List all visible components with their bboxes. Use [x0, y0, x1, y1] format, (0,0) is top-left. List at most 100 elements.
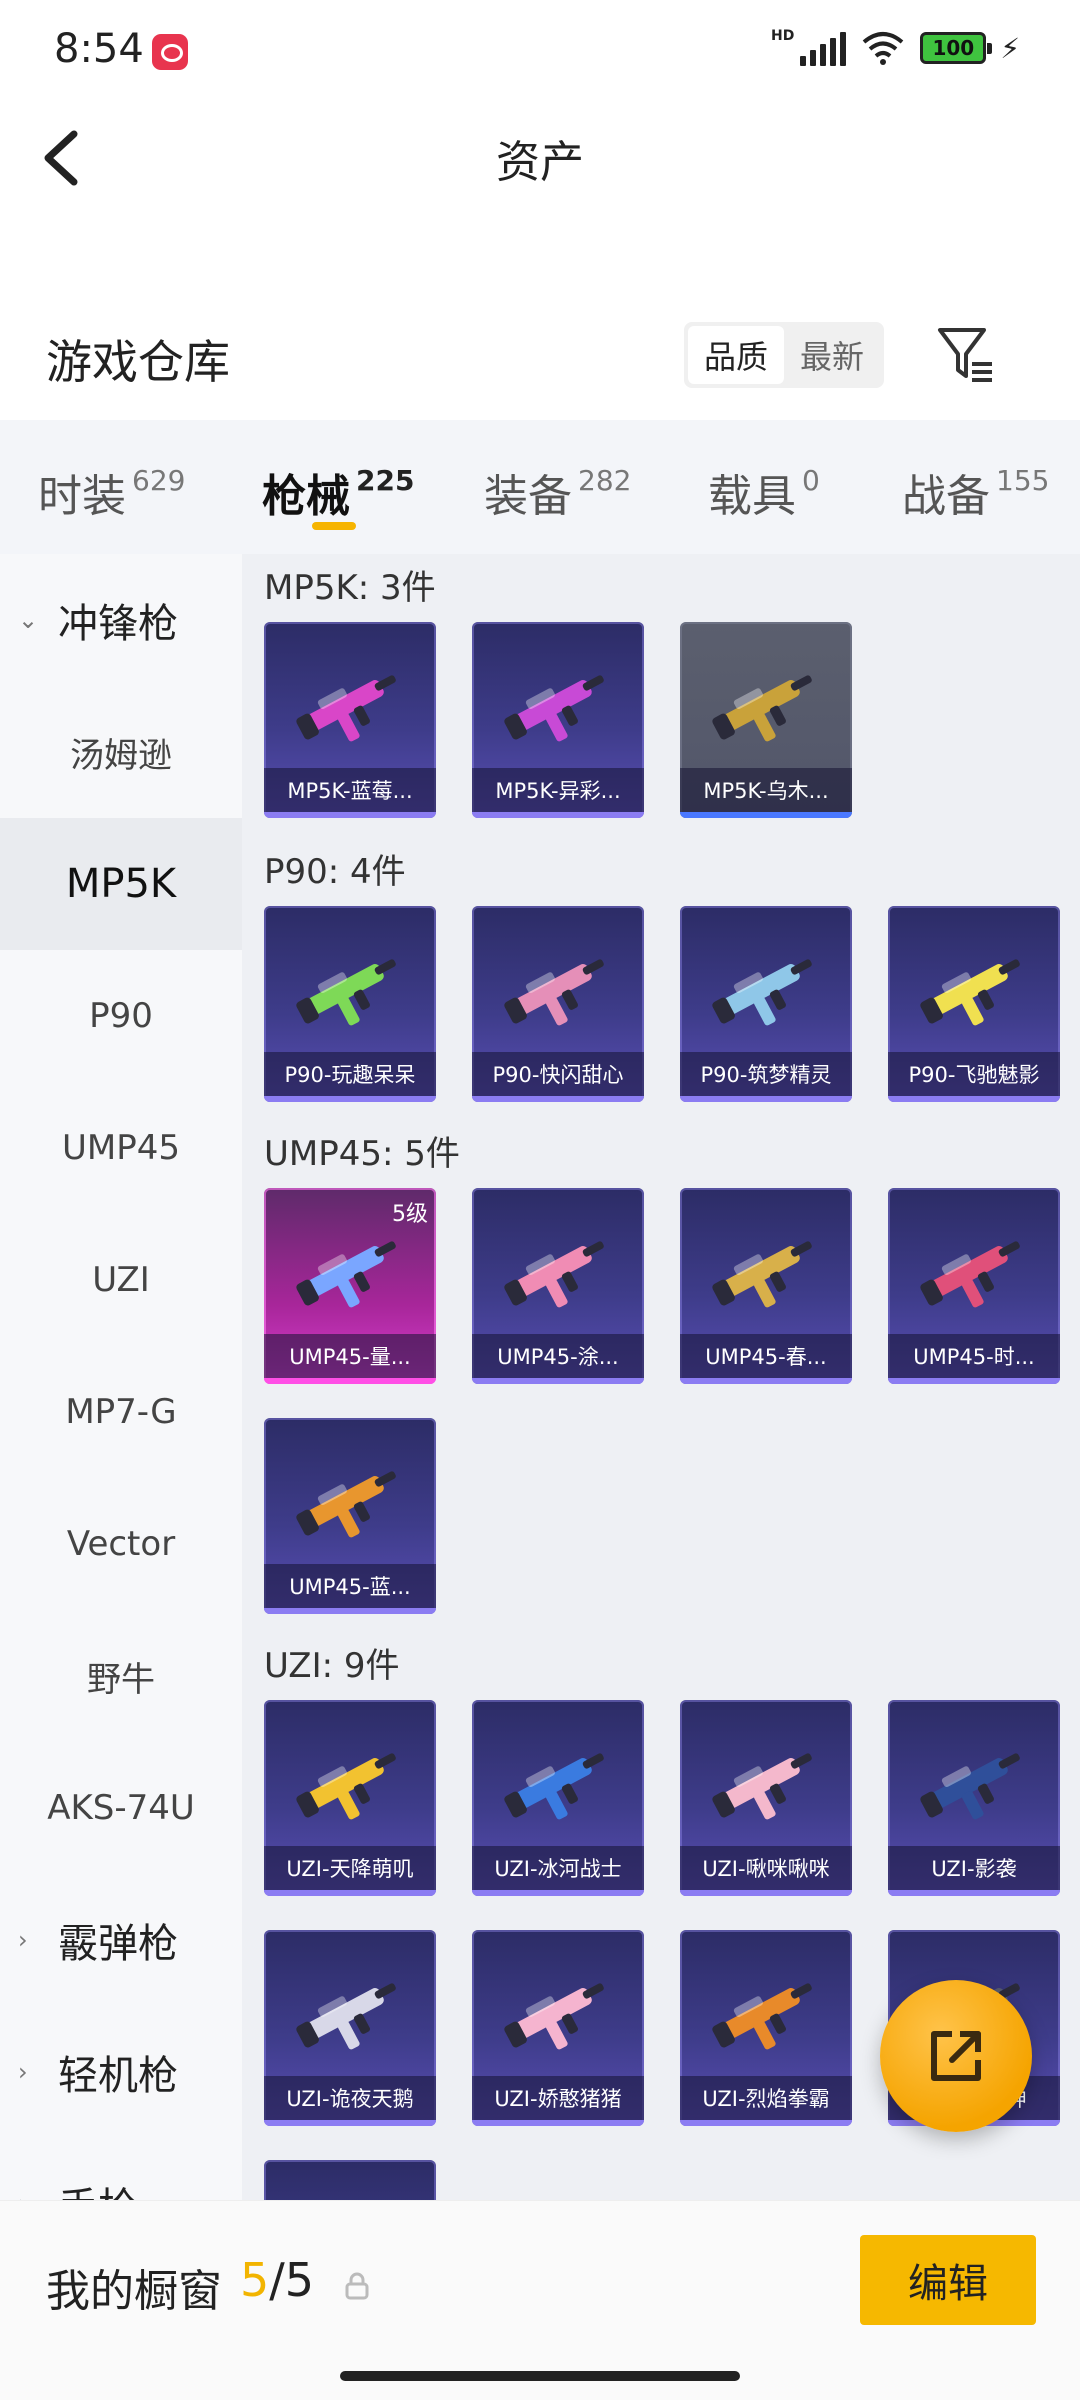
weapon-card[interactable]: UMP45-时... [888, 1188, 1060, 1384]
battery-icon: 100 [920, 32, 993, 64]
quality-bar [264, 1096, 436, 1102]
sidebar-item-uzi[interactable]: UZI [0, 1214, 242, 1346]
sidebar-item-bizon[interactable]: 野牛 [0, 1610, 242, 1742]
weapon-card[interactable]: MP5K-异彩... [472, 622, 644, 818]
section-title-ump45: UMP45: 5件 [264, 1134, 460, 1174]
weapon-card[interactable]: P90-玩趣呆呆 [264, 906, 436, 1102]
sidebar-item-ump45[interactable]: UMP45 [0, 1082, 242, 1214]
sidebar-item-mp5k[interactable]: MP5K [0, 818, 242, 950]
tab-firearms[interactable]: 枪械 225 [262, 460, 414, 524]
weapon-name: UZI-诡夜天鹅 [264, 2076, 436, 2120]
showcase-total: /5 [269, 2253, 315, 2307]
weapon-card[interactable]: UMP45-蓝... [264, 1418, 436, 1614]
weapon-name: UZI-天降萌叽 [264, 1846, 436, 1890]
quality-bar [264, 1890, 436, 1896]
sort-newest-option[interactable]: 最新 [784, 326, 880, 384]
weapon-level-badge: 5级 [392, 1202, 428, 1227]
tab-count: 629 [132, 464, 186, 497]
weapon-card[interactable]: UZI-娇憨猪猪 [472, 1930, 644, 2126]
sidebar-item-label: UMP45 [62, 1128, 180, 1168]
weapon-name: P90-玩趣呆呆 [264, 1052, 436, 1096]
weapon-card[interactable]: UZI-天降萌叽 [264, 1700, 436, 1896]
charging-icon: ⚡ [1000, 31, 1020, 65]
tab-equipment[interactable]: 装备 282 [484, 460, 631, 524]
weapon-card[interactable]: UMP45-涂... [472, 1188, 644, 1384]
section-title-mp5k: MP5K: 3件 [264, 568, 436, 608]
showcase-bar: 我的橱窗 5/5 编辑 [0, 2200, 1080, 2400]
weapon-card[interactable]: P90-快闪甜心 [472, 906, 644, 1102]
tab-label: 装备 [484, 471, 572, 522]
tab-label: 枪械 [262, 471, 350, 522]
weapon-skin-icon [920, 1753, 1020, 1820]
notification-app-icon [152, 34, 188, 70]
chevron-right-icon: › [18, 2190, 48, 2200]
category-tabs: 时装 629 枪械 225 装备 282 载具 0 战备 155 [0, 420, 1080, 554]
weapon-name: UMP45-春... [680, 1334, 852, 1378]
tab-count: 155 [996, 464, 1050, 497]
tab-vehicles[interactable]: 载具 0 [708, 460, 820, 524]
share-floating-button[interactable] [880, 1980, 1032, 2132]
chevron-down-icon: ⌄ [18, 606, 39, 634]
tab-label: 载具 [708, 471, 796, 522]
quality-bar [472, 1096, 644, 1102]
weapon-skin-icon [296, 1241, 396, 1308]
weapon-skin-icon [504, 1983, 604, 2050]
wifi-icon [860, 30, 906, 66]
weapon-card[interactable]: 5级 UMP45-量... [264, 1188, 436, 1384]
sidebar-item-p90[interactable]: P90 [0, 950, 242, 1082]
tab-label: 战备 [902, 471, 990, 522]
weapon-card[interactable]: UMP45-春... [680, 1188, 852, 1384]
weapon-skin-icon [296, 1753, 396, 1820]
sidebar-group-shotgun[interactable]: › 霰弹枪 [0, 1874, 242, 2006]
weapon-card[interactable]: MP5K-乌木... [680, 622, 852, 818]
edit-button[interactable]: 编辑 [860, 2235, 1036, 2325]
chevron-right-icon: › [18, 2058, 28, 2086]
sidebar-item-aks74u[interactable]: AKS-74U [0, 1742, 242, 1874]
weapon-name: UMP45-蓝... [264, 1564, 436, 1608]
weapon-category-sidebar: ⌄ 冲锋枪 汤姆逊 MP5K P90 UMP45 UZI MP7-G Vecto… [0, 554, 242, 2200]
weapon-card[interactable]: UZI-影袭 [888, 1700, 1060, 1896]
weapon-card[interactable]: UZI-诡夜天鹅 [264, 1930, 436, 2126]
weapon-skin-icon [712, 959, 812, 1026]
sidebar-item-label: 霰弹枪 [58, 1921, 178, 1967]
sidebar-group-pistol[interactable]: › 手枪 [0, 2138, 242, 2200]
weapon-grid: MP5K: 3件 P90: 4件 UMP45: 5件 UZI: 9件 MP5K-… [242, 554, 1080, 2200]
tab-outfits[interactable]: 时装 629 [38, 460, 185, 524]
warehouse-title: 游戏仓库 [46, 335, 230, 389]
quality-bar [264, 812, 436, 818]
page-title: 资产 [496, 137, 584, 188]
sidebar-item-label: 轻机枪 [58, 2053, 178, 2099]
weapon-name: UMP45-时... [888, 1334, 1060, 1378]
sidebar-item-thompson[interactable]: 汤姆逊 [0, 686, 242, 818]
weapon-card[interactable]: MP5K-蓝莓... [264, 622, 436, 818]
weapon-card[interactable]: UZI-烈焰拳霸 [680, 1930, 852, 2126]
status-bar: 8:54 HD 100 ⚡ [0, 0, 1080, 100]
filter-button[interactable] [934, 322, 996, 388]
sidebar-item-mp7g[interactable]: MP7-G [0, 1346, 242, 1478]
quality-bar [472, 812, 644, 818]
tab-supplies[interactable]: 战备 155 [902, 460, 1049, 524]
weapon-card[interactable] [264, 2160, 436, 2200]
sidebar-item-vector[interactable]: Vector [0, 1478, 242, 1610]
weapon-card[interactable]: P90-筑梦精灵 [680, 906, 852, 1102]
sort-quality-option[interactable]: 品质 [688, 326, 784, 384]
quality-bar [680, 1378, 852, 1384]
status-icons: HD 100 ⚡ [771, 28, 1020, 66]
sidebar-item-label: MP7-G [65, 1392, 177, 1432]
weapon-card[interactable]: UZI-冰河战士 [472, 1700, 644, 1896]
weapon-skin-icon [296, 675, 396, 742]
weapon-skin-icon [504, 959, 604, 1026]
quality-bar [680, 1096, 852, 1102]
signal-icon [800, 30, 847, 66]
sidebar-item-label: 手枪 [58, 2175, 138, 2200]
weapon-card[interactable]: UZI-啾咪啾咪 [680, 1700, 852, 1896]
quality-bar [264, 1378, 436, 1384]
weapon-name: UZI-娇憨猪猪 [472, 2076, 644, 2120]
sidebar-group-lmg[interactable]: › 轻机枪 [0, 2006, 242, 2138]
quality-bar [472, 1890, 644, 1896]
sidebar-group-smg[interactable]: ⌄ 冲锋枪 [0, 554, 242, 686]
weapon-card[interactable]: P90-飞驰魅影 [888, 906, 1060, 1102]
quality-bar [264, 2120, 436, 2126]
weapon-skin-icon [504, 1753, 604, 1820]
sidebar-item-label: 野牛 [87, 1659, 155, 1700]
